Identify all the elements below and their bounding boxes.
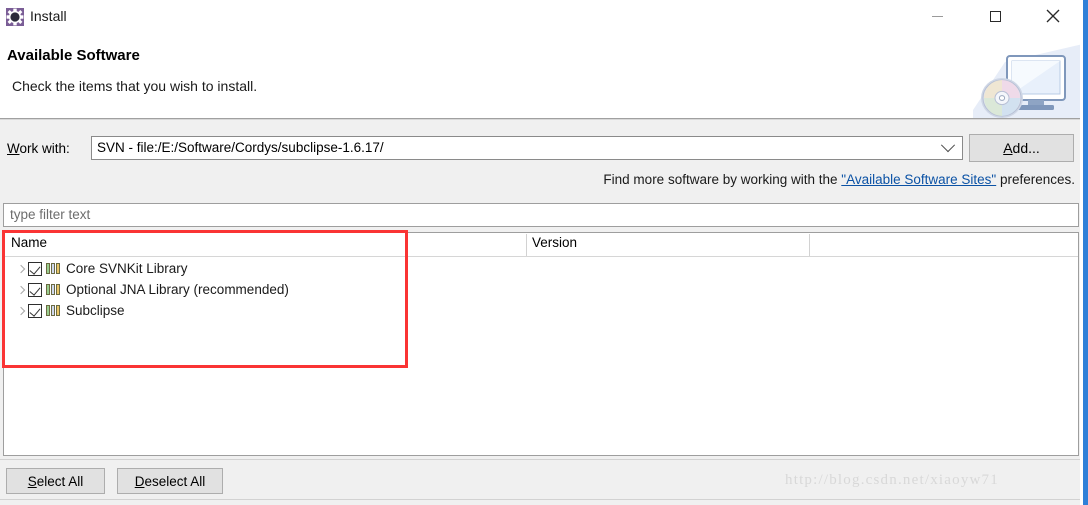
feature-bars-icon: [46, 262, 62, 276]
table-row[interactable]: Core SVNKit Library: [4, 258, 1078, 279]
feature-bars-icon: [46, 304, 62, 318]
select-all-mnemonic: S: [27, 473, 37, 489]
filter-input[interactable]: type filter text: [3, 203, 1079, 227]
table-row[interactable]: Optional JNA Library (recommended): [4, 279, 1078, 300]
work-with-mnemonic: W: [7, 141, 20, 156]
footer-bottom-divider: [0, 499, 1083, 500]
close-button[interactable]: [1030, 0, 1076, 32]
row-label: Optional JNA Library (recommended): [66, 282, 289, 297]
title-bar: Install: [0, 0, 1083, 32]
window-title: Install: [30, 8, 67, 24]
find-more-prefix: Find more software by working with the: [603, 172, 842, 187]
chevron-down-icon[interactable]: [935, 138, 961, 158]
row-label: Core SVNKit Library: [66, 261, 188, 276]
available-software-sites-link[interactable]: "Available Software Sites": [841, 172, 996, 187]
find-more-software-text: Find more software by working with the "…: [603, 172, 1075, 187]
deselect-all-rest: eselect All: [144, 473, 206, 489]
feature-bars-icon: [46, 283, 62, 297]
filter-placeholder: type filter text: [10, 207, 91, 222]
work-with-label: Work with:: [7, 141, 70, 156]
page-subtitle: Check the items that you wish to install…: [12, 78, 258, 94]
row-checkbox[interactable]: [28, 282, 42, 297]
install-gear-icon: [6, 8, 24, 26]
tree-rows: Core SVNKit Library Optional JNA Library…: [4, 258, 1078, 321]
tree-header: Name Version: [4, 233, 1078, 257]
chevron-right-icon[interactable]: [14, 306, 28, 315]
minimize-button[interactable]: [914, 0, 960, 32]
install-dialog: Install Available Software Check the ite…: [0, 0, 1083, 505]
row-checkbox[interactable]: [28, 261, 42, 276]
deselect-all-mnemonic: D: [134, 473, 145, 489]
find-more-suffix: preferences.: [996, 172, 1075, 187]
chevron-right-icon[interactable]: [14, 285, 28, 294]
column-header-name[interactable]: Name: [11, 235, 47, 250]
column-header-version[interactable]: Version: [532, 235, 577, 250]
select-all-button[interactable]: Select All: [6, 468, 105, 494]
add-button[interactable]: Add...: [969, 134, 1074, 162]
table-row[interactable]: Subclipse: [4, 300, 1078, 321]
watermark-text: http://blog.csdn.net/xiaoyw71: [785, 472, 999, 488]
work-with-value: SVN - file:/E:/Software/Cordys/subclipse…: [97, 140, 384, 155]
chevron-right-icon[interactable]: [14, 264, 28, 273]
parent-window-edge: [1083, 0, 1088, 505]
row-checkbox[interactable]: [28, 303, 42, 318]
work-with-label-rest: ork with:: [19, 141, 70, 156]
available-software-tree[interactable]: Name Version Core SVNKit Library Optiona…: [3, 232, 1079, 456]
deselect-all-button[interactable]: Deselect All: [117, 468, 223, 494]
add-button-rest: dd...: [1012, 140, 1040, 156]
work-with-combo[interactable]: SVN - file:/E:/Software/Cordys/subclipse…: [91, 136, 963, 160]
page-title: Available Software: [7, 47, 140, 64]
row-label: Subclipse: [66, 303, 125, 318]
add-button-mnemonic: A: [1003, 140, 1013, 156]
maximize-icon: [989, 10, 1001, 22]
maximize-button[interactable]: [972, 0, 1018, 32]
header-divider-shadow: [0, 119, 1083, 120]
dialog-header: Available Software Check the items that …: [0, 32, 1083, 118]
minimize-icon: [931, 15, 943, 17]
select-all-rest: elect All: [36, 473, 84, 489]
close-icon: [1046, 9, 1060, 23]
computer-cd-icon: [973, 32, 1083, 118]
